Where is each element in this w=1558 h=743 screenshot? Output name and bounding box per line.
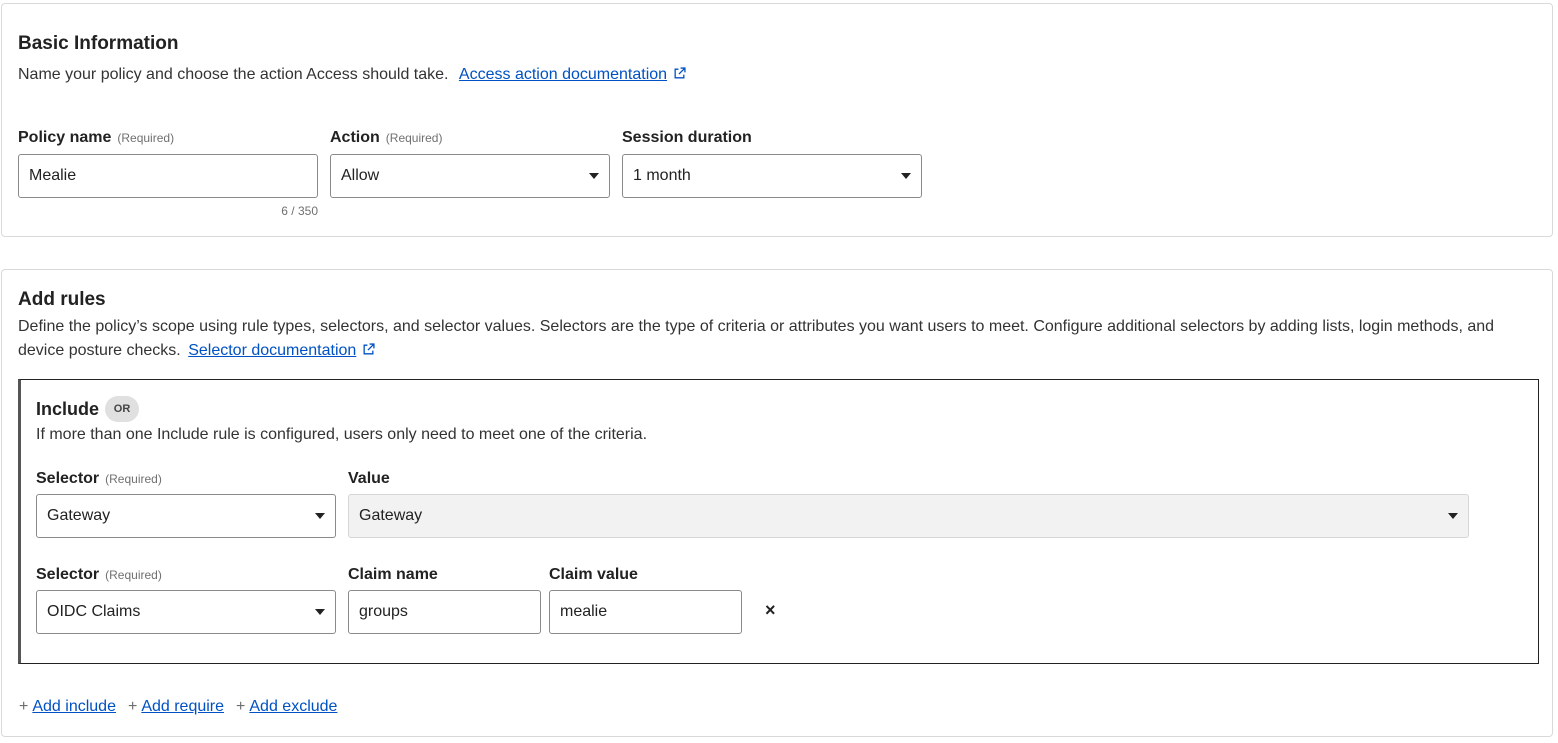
plus-icon: +	[236, 698, 246, 715]
claim-value-label: Claim value	[549, 566, 638, 583]
access-action-doc-label: Access action documentation	[458, 66, 668, 83]
or-badge: OR	[105, 396, 140, 422]
add-require-button[interactable]: + Add require	[128, 698, 224, 716]
selector-label: Selector (Required)	[36, 566, 162, 584]
claim-value-value: mealie	[560, 603, 608, 620]
add-exclude-label: Add exclude	[249, 698, 338, 715]
include-header: Include OR	[36, 396, 140, 422]
plus-icon: +	[19, 698, 29, 715]
include-title: Include	[36, 398, 100, 419]
add-rules-title: Add rules	[18, 289, 106, 310]
action-value: Allow	[341, 167, 380, 184]
add-rule-actions: + Add include + Add require + Add exclude	[19, 698, 337, 716]
session-duration-label: Session duration	[622, 129, 752, 146]
chevron-down-icon	[315, 513, 325, 519]
add-require-label: Add require	[141, 698, 225, 715]
policy-name-counter: 6 / 350	[281, 204, 318, 218]
selector-required: (Required)	[105, 568, 162, 582]
basic-information-card: Basic Information Name your policy and c…	[1, 3, 1553, 237]
plus-icon: +	[127, 698, 138, 715]
basic-information-description: Name your policy and choose the action A…	[18, 63, 686, 87]
selector-value: Gateway	[47, 507, 111, 524]
session-duration-select[interactable]: 1 month	[622, 154, 922, 198]
action-label: Action (Required)	[330, 129, 442, 147]
policy-name-value: Mealie	[29, 167, 77, 184]
include-rule-group: Include OR If more than one Include rule…	[18, 379, 1539, 664]
selector-documentation-link[interactable]: Selector documentation	[188, 342, 375, 359]
chevron-down-icon	[901, 173, 911, 179]
policy-name-required: (Required)	[117, 131, 175, 145]
policy-name-label-text: Policy name	[18, 129, 112, 146]
add-rules-description: Define the policy’s scope using rule typ…	[18, 315, 1538, 363]
add-include-button[interactable]: + Add include	[19, 698, 116, 716]
include-description: If more than one Include rule is configu…	[36, 426, 648, 443]
selector-doc-label: Selector documentation	[188, 342, 357, 359]
value-select[interactable]: Gateway	[348, 494, 1469, 538]
external-link-icon	[674, 67, 686, 79]
claim-name-label: Claim name	[348, 566, 438, 583]
policy-name-input[interactable]: Mealie	[18, 154, 318, 198]
selector-select-gateway[interactable]: Gateway	[36, 494, 336, 538]
claim-name-input[interactable]: groups	[348, 590, 541, 634]
access-action-documentation-link[interactable]: Access action documentation	[459, 66, 686, 83]
selector-value: OIDC Claims	[47, 603, 141, 620]
action-required: (Required)	[385, 131, 443, 145]
claim-name-value: groups	[359, 603, 408, 620]
action-select[interactable]: Allow	[330, 154, 610, 198]
add-include-label: Add include	[32, 698, 116, 715]
selector-required: (Required)	[105, 472, 162, 486]
basic-description-text: Name your policy and choose the action A…	[18, 66, 449, 83]
close-icon[interactable]: ×	[765, 600, 776, 621]
add-rules-card: Add rules Define the policy’s scope usin…	[1, 269, 1553, 737]
selector-label: Selector (Required)	[36, 470, 162, 488]
chevron-down-icon	[589, 173, 599, 179]
policy-name-label: Policy name (Required)	[18, 129, 174, 147]
selector-label-text: Selector	[36, 566, 100, 583]
chevron-down-icon	[1448, 513, 1458, 519]
chevron-down-icon	[315, 609, 325, 615]
basic-information-title: Basic Information	[18, 33, 179, 54]
add-exclude-button[interactable]: + Add exclude	[236, 698, 337, 716]
value-label: Value	[348, 470, 390, 487]
external-link-icon	[363, 343, 375, 355]
session-duration-value: 1 month	[633, 167, 691, 184]
value-value: Gateway	[359, 507, 423, 524]
action-label-text: Action	[330, 129, 380, 146]
claim-value-input[interactable]: mealie	[549, 590, 742, 634]
selector-label-text: Selector	[36, 470, 100, 487]
selector-select-oidc-claims[interactable]: OIDC Claims	[36, 590, 336, 634]
